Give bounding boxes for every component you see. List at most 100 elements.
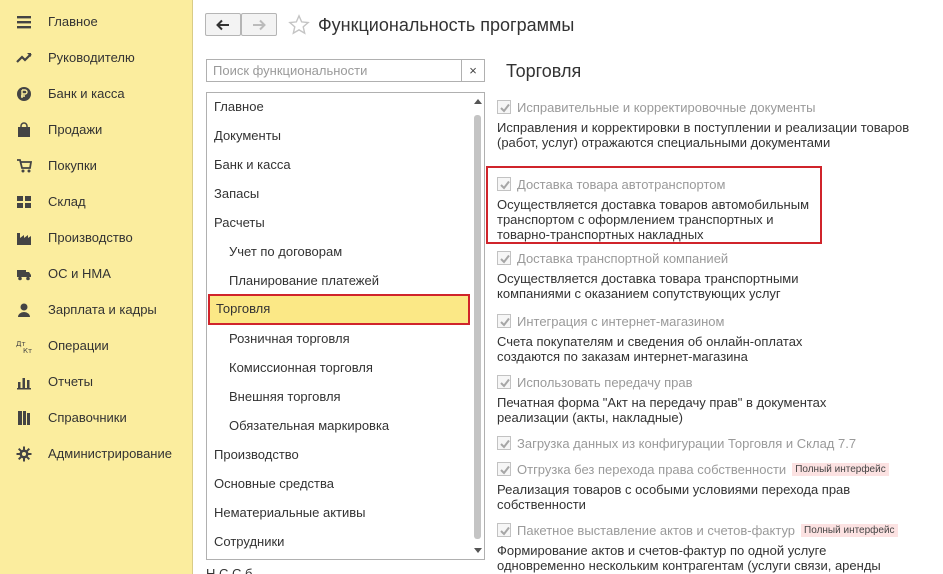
tree-item[interactable]: Комиссионная торговля	[207, 354, 471, 382]
truck-icon	[16, 266, 32, 282]
tree-item-selected[interactable]: Торговля	[208, 294, 470, 325]
section-tree: Главное Документы Банк и касса Запасы Ра…	[206, 92, 485, 560]
tree-item[interactable]: Расчеты	[207, 209, 471, 237]
option-description: Печатная форма "Акт на передачу прав" в …	[497, 395, 827, 425]
option-label[interactable]: Исправительные и корректировочные докуме…	[517, 100, 815, 115]
search-input[interactable]	[206, 59, 462, 82]
sidebar-item-references[interactable]: Справочники	[0, 400, 192, 436]
full-interface-badge: Полный интерфейс	[792, 462, 889, 476]
gear-icon	[16, 446, 32, 462]
checkbox-checked-icon[interactable]	[497, 100, 511, 114]
highlight-frame	[486, 166, 822, 244]
sidebar-item-label: Справочники	[48, 410, 127, 425]
ruble-icon	[16, 86, 32, 102]
option-label[interactable]: Загрузка данных из конфигурации Торговля…	[517, 436, 856, 451]
person-icon	[16, 302, 32, 318]
tree-item[interactable]: Обязательная маркировка	[207, 412, 471, 440]
warehouse-icon	[16, 194, 32, 210]
favorite-star-icon[interactable]	[288, 14, 310, 36]
tree-scrollbar[interactable]	[471, 93, 484, 559]
option-label[interactable]: Доставка транспортной компанией	[517, 251, 728, 266]
scroll-thumb[interactable]	[474, 115, 481, 539]
option-label[interactable]: Пакетное выставление актов и счетов-факт…	[517, 523, 795, 538]
tree-item[interactable]: Нематериальные активы	[207, 499, 471, 527]
bar-chart-icon	[16, 374, 32, 390]
option-description: Исправления и корректировки в поступлени…	[497, 120, 910, 150]
tree-item[interactable]: Главное	[207, 93, 471, 121]
full-interface-badge: Полный интерфейс	[801, 523, 898, 537]
sidebar-item-warehouse[interactable]: Склад	[0, 184, 192, 220]
app-window: Главное Руководителю Банк и касса Продаж…	[0, 0, 943, 574]
page-title: Функциональность программы	[318, 15, 575, 35]
sidebar-item-label: Зарплата и кадры	[48, 302, 157, 317]
option-description: Реализация товаров с особыми условиями п…	[497, 482, 851, 512]
cart-icon	[16, 158, 32, 174]
tree-item[interactable]: Запасы	[207, 180, 471, 208]
arrow-left-icon	[216, 19, 229, 31]
forward-button[interactable]	[241, 13, 277, 36]
checkbox-checked-icon[interactable]	[497, 523, 511, 537]
sidebar-item-label: Производство	[48, 230, 133, 245]
sidebar-item-label: Руководителю	[48, 50, 135, 65]
checkbox-checked-icon[interactable]	[497, 375, 511, 389]
tree-item[interactable]: Производство	[207, 441, 471, 469]
option-description: Формирование актов и счетов-фактур по од…	[497, 543, 881, 573]
search-clear-button[interactable]: ×	[462, 59, 485, 82]
option-transport-company: Доставка транспортной компанией Осуществ…	[497, 250, 937, 301]
sidebar-item-main[interactable]: Главное	[0, 4, 192, 40]
sidebar: Главное Руководителю Банк и касса Продаж…	[0, 0, 193, 574]
sidebar-item-label: Покупки	[48, 158, 97, 173]
tree-item[interactable]: Основные средства	[207, 470, 471, 498]
sidebar-item-manager[interactable]: Руководителю	[0, 40, 192, 76]
dt-kt-icon: Дт Кт	[16, 338, 32, 354]
option-label[interactable]: Интеграция с интернет-магазином	[517, 314, 724, 329]
sidebar-item-label: Банк и касса	[48, 86, 125, 101]
option-description: Осуществляется доставка товара транспорт…	[497, 271, 799, 301]
menu-icon	[16, 14, 32, 30]
scroll-up-icon[interactable]	[474, 99, 482, 104]
tree-item[interactable]: Документы	[207, 122, 471, 150]
svg-text:Кт: Кт	[23, 347, 32, 354]
sidebar-item-salary[interactable]: Зарплата и кадры	[0, 292, 192, 328]
trend-icon	[16, 50, 32, 66]
tree-item[interactable]: Планирование платежей	[207, 267, 471, 295]
checkbox-checked-icon[interactable]	[497, 462, 511, 476]
option-label[interactable]: Использовать передачу прав	[517, 375, 693, 390]
sidebar-item-label: Администрирование	[48, 446, 172, 461]
sidebar-item-sales[interactable]: Продажи	[0, 112, 192, 148]
option-batch-acts: Пакетное выставление актов и счетов-факт…	[497, 522, 937, 573]
tree-item[interactable]: Розничная торговля	[207, 325, 471, 353]
sidebar-item-label: ОС и НМА	[48, 266, 111, 281]
option-online-store: Интеграция с интернет-магазином Счета по…	[497, 313, 937, 364]
sidebar-item-label: Главное	[48, 14, 98, 29]
shopping-bag-icon	[16, 122, 32, 138]
sidebar-item-label: Склад	[48, 194, 86, 209]
tree-item[interactable]: Банк и касса	[207, 151, 471, 179]
sidebar-item-label: Операции	[48, 338, 109, 353]
section-title: Торговля	[506, 61, 582, 81]
tree-item[interactable]: Сотрудники	[207, 528, 471, 556]
option-load-ts77: Загрузка данных из конфигурации Торговля…	[497, 435, 937, 451]
option-description: Счета покупателям и сведения об онлайн-о…	[497, 334, 803, 364]
option-label[interactable]: Отгрузка без перехода права собственност…	[517, 462, 786, 477]
sidebar-item-bank[interactable]: Банк и касса	[0, 76, 192, 112]
sidebar-item-reports[interactable]: Отчеты	[0, 364, 192, 400]
books-icon	[16, 410, 32, 426]
back-button[interactable]	[205, 13, 241, 36]
sidebar-item-purchases[interactable]: Покупки	[0, 148, 192, 184]
option-rights-transfer: Использовать передачу прав Печатная форм…	[497, 374, 937, 425]
sidebar-item-production[interactable]: Производство	[0, 220, 192, 256]
scroll-down-icon[interactable]	[474, 548, 482, 553]
factory-icon	[16, 230, 32, 246]
tree-item[interactable]: Внешняя торговля	[207, 383, 471, 411]
arrow-right-icon	[253, 19, 266, 31]
tree-item[interactable]: Учет по договорам	[207, 238, 471, 266]
sidebar-item-operations[interactable]: Дт Кт Операции	[0, 328, 192, 364]
sidebar-item-admin[interactable]: Администрирование	[0, 436, 192, 472]
checkbox-checked-icon[interactable]	[497, 314, 511, 328]
checkbox-checked-icon[interactable]	[497, 251, 511, 265]
sidebar-item-assets[interactable]: ОС и НМА	[0, 256, 192, 292]
sidebar-item-label: Отчеты	[48, 374, 93, 389]
option-shipment-no-ownership: Отгрузка без перехода права собственност…	[497, 461, 937, 512]
checkbox-checked-icon[interactable]	[497, 436, 511, 450]
